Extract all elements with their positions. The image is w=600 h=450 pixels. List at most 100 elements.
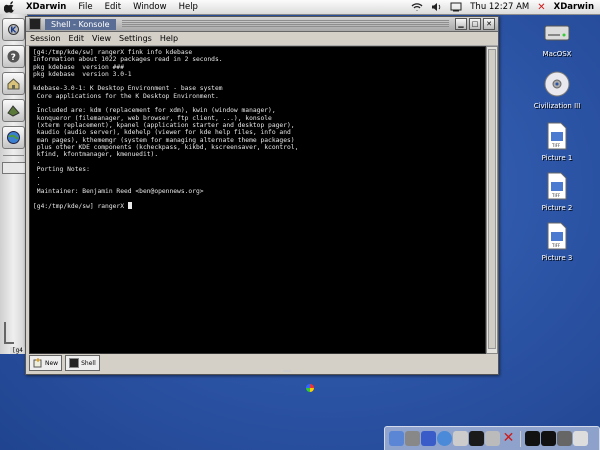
volume-icon[interactable] <box>431 2 442 12</box>
menu-extras: Thu 12:27 AM ✕ XDarwin <box>407 0 600 14</box>
dock-separator <box>520 430 521 447</box>
x11-logo-icon: ✕ <box>537 1 546 13</box>
menu-view[interactable]: View <box>88 34 115 43</box>
terminal-line: man pages), kthememgr (system for managi… <box>33 136 295 144</box>
terminal-line: kfind, kfontmanager, kmenuedit). <box>33 151 159 159</box>
desktop-icon-label: Picture 2 <box>541 204 573 212</box>
trash-icon[interactable] <box>573 431 588 446</box>
desktop-icon-label: MacOSX <box>542 50 572 58</box>
xdarwin-dock-icon[interactable]: ✕ <box>501 431 516 446</box>
globe-icon <box>7 131 20 144</box>
tiff-document-icon: TIFF <box>547 222 567 250</box>
panel-handle[interactable] <box>4 322 14 344</box>
terminal-line: [g4:/tmp/kde/sw] rangerX fink info kdeba… <box>33 49 193 56</box>
desktop-icon-picture-2[interactable]: TIFF Picture 2 <box>527 172 587 212</box>
home-folder-icon <box>7 78 20 90</box>
menu-app-name[interactable]: XDarwin <box>20 2 72 12</box>
menu-settings[interactable]: Settings <box>115 34 156 43</box>
desktop-icon-picture-3[interactable]: TIFF Picture 3 <box>527 222 587 262</box>
konsole-menu-bar: Session Edit View Settings Help <box>26 32 498 46</box>
desktop-icon-civilization[interactable]: Civilization III <box>527 70 587 110</box>
tiff-document-icon: TIFF <box>547 172 567 200</box>
panel-separator <box>3 155 24 156</box>
terminal-line: Maintainer: Benjamin Reed <ben@opennews.… <box>33 187 204 195</box>
maximize-button[interactable]: □ <box>469 18 481 30</box>
terminal-line: . <box>33 158 41 166</box>
svg-text:K: K <box>10 26 17 35</box>
screen-center-mark <box>283 370 291 372</box>
menu-help[interactable]: Help <box>173 2 204 12</box>
menu-session[interactable]: Session <box>26 34 65 43</box>
panel-taskbar-label: [g4 <box>10 347 25 354</box>
svg-text:TIFF: TIFF <box>551 243 561 248</box>
terminal-button[interactable] <box>2 99 25 122</box>
home-button[interactable] <box>2 72 25 95</box>
new-session-label: New <box>45 359 59 367</box>
tiff-document-icon: TIFF <box>547 122 567 150</box>
menu-bar: XDarwin File Edit Window Help Thu 12:27 … <box>0 0 600 15</box>
shell-session-tab[interactable]: Shell <box>65 355 100 371</box>
terminal-dock-icon[interactable] <box>469 431 484 446</box>
mail-icon[interactable] <box>405 431 420 446</box>
terminal-line: Core applications for the K Desktop Envi… <box>33 92 219 100</box>
desktop-icon-macosx[interactable]: MacOSX <box>527 20 587 58</box>
terminal-output[interactable]: [g4:/tmp/kde/sw] rangerX fink info kdeba… <box>33 49 485 211</box>
terminal-line: Porting Notes: <box>33 165 90 173</box>
disk-utility-icon[interactable] <box>485 431 500 446</box>
close-button[interactable]: ✕ <box>483 18 495 30</box>
window-title: Shell - Konsole <box>45 18 116 30</box>
menu-edit-konsole[interactable]: Edit <box>65 34 89 43</box>
konsole-window: Shell - Konsole ▁ □ ✕ Session Edit View … <box>25 16 499 375</box>
konsole-app-icon[interactable] <box>29 18 41 30</box>
dock: ✕ <box>384 426 600 450</box>
menu-right-app[interactable]: XDarwin <box>554 2 594 12</box>
help-button[interactable]: ? <box>2 45 25 68</box>
terminal-cursor <box>127 202 132 210</box>
desktop-icon-label: Civilization III <box>533 102 581 110</box>
terminal-line: pkg kdebase version 3.0-1 <box>33 70 132 78</box>
wifi-icon[interactable] <box>411 2 423 12</box>
desktop-icon-label: Picture 1 <box>541 154 573 162</box>
cd-icon <box>544 71 570 97</box>
terminal-line: Included are: kdm (replacement for xdm),… <box>33 107 276 115</box>
display-icon[interactable] <box>450 2 462 12</box>
shell-tab-icon <box>69 358 80 368</box>
minimized-window-2-icon[interactable] <box>541 431 556 446</box>
minimized-window-1-icon[interactable] <box>525 431 540 446</box>
svg-text:TIFF: TIFF <box>551 193 561 198</box>
apple-icon[interactable] <box>4 1 16 13</box>
window-titlebar[interactable]: Shell - Konsole ▁ □ ✕ <box>26 17 498 32</box>
pager-desktop-1[interactable] <box>1 162 26 174</box>
menu-help-konsole[interactable]: Help <box>156 34 182 43</box>
browser-button[interactable] <box>2 126 25 149</box>
new-session-button[interactable]: New <box>29 355 63 371</box>
scrollbar-thumb[interactable] <box>488 49 496 349</box>
documents-folder-icon[interactable] <box>557 431 572 446</box>
internet-explorer-icon[interactable] <box>437 431 452 446</box>
terminal-line: . <box>33 180 41 188</box>
itunes-icon[interactable] <box>421 431 436 446</box>
gear-k-icon: K <box>8 24 19 35</box>
titlebar-stripes <box>121 20 449 28</box>
terminal-shell-icon <box>7 105 20 117</box>
menu-clock[interactable]: Thu 12:27 AM <box>470 2 529 12</box>
spinning-wait-cursor-icon <box>306 384 314 392</box>
system-preferences-icon[interactable] <box>453 431 468 446</box>
kde-panel: K ? <box>0 14 28 354</box>
terminal-area[interactable]: [g4:/tmp/kde/sw] rangerX fink info kdeba… <box>29 46 486 354</box>
terminal-line: plus other KDE components (kcheckpass, k… <box>33 143 299 151</box>
terminal-line: (xterm replacement), kpanel (application… <box>33 121 295 129</box>
kde-launch-button[interactable]: K <box>2 18 25 41</box>
vertical-scrollbar[interactable] <box>486 46 498 354</box>
menu-edit[interactable]: Edit <box>99 2 127 12</box>
menu-window[interactable]: Window <box>127 2 173 12</box>
finder-icon[interactable] <box>389 431 404 446</box>
menu-file[interactable]: File <box>72 2 98 12</box>
new-session-icon <box>33 358 42 368</box>
terminal-line: kdebase-3.0-1: K Desktop Environment - b… <box>33 85 223 93</box>
desktop-icon-picture-1[interactable]: TIFF Picture 1 <box>527 122 587 162</box>
svg-text:TIFF: TIFF <box>551 143 561 148</box>
minimize-button[interactable]: ▁ <box>455 18 467 30</box>
shell-tab-label: Shell <box>81 359 96 367</box>
terminal-line: kaudio (audio server), kdehelp (viewer f… <box>33 129 291 137</box>
